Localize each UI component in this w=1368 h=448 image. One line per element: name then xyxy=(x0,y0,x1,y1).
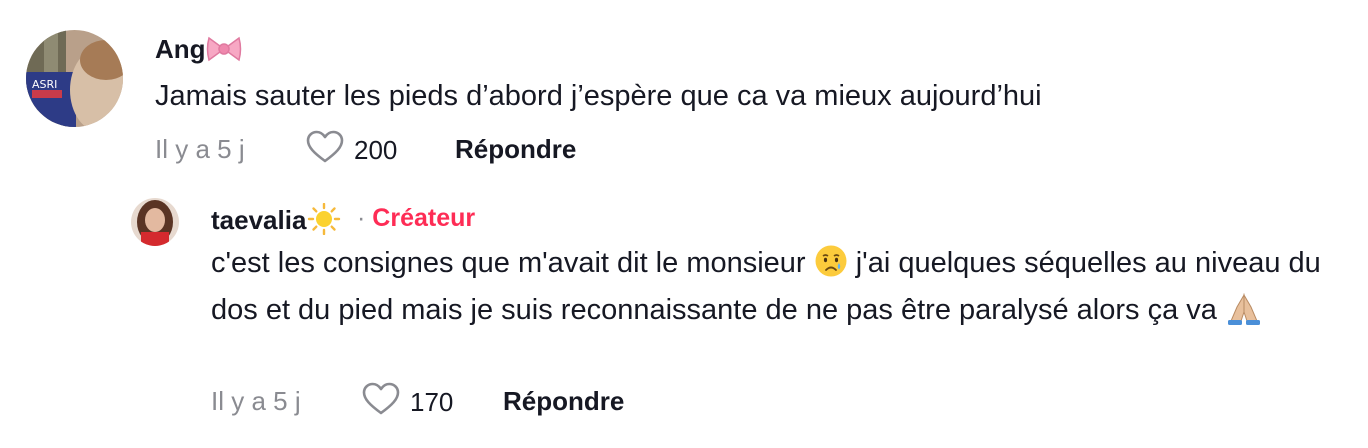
reply-timestamp: Il y a 5 j xyxy=(211,386,301,416)
comment-username[interactable]: Ang xyxy=(155,34,242,70)
heart-icon xyxy=(362,382,400,421)
like-button[interactable]: 170 xyxy=(362,382,453,421)
avatar[interactable] xyxy=(131,198,179,246)
reply-text: c'est les consignes que m'avait dit le m… xyxy=(211,243,1341,337)
crying-face-icon xyxy=(814,244,848,290)
badge-separator: · xyxy=(357,204,366,232)
reply-button[interactable]: Répondre xyxy=(503,386,624,416)
comment-text: Jamais sauter les pieds d’abord j’espère… xyxy=(155,80,1042,112)
reply-username[interactable]: taevalia xyxy=(211,202,342,241)
creator-label: Créateur xyxy=(372,204,476,232)
heart-icon xyxy=(306,130,344,169)
pink-bow-icon xyxy=(206,34,242,70)
svg-text:ASRI: ASRI xyxy=(32,78,57,91)
avatar[interactable]: ASRI xyxy=(26,30,123,127)
like-count: 200 xyxy=(354,134,398,165)
reply-text-part1: c'est les consignes que m'avait dit le m… xyxy=(211,247,806,279)
like-count: 170 xyxy=(410,386,454,417)
like-button[interactable]: 200 xyxy=(306,130,397,169)
comment-timestamp: Il y a 5 j xyxy=(155,134,245,164)
folded-hands-icon xyxy=(1225,291,1263,337)
creator-badge: · Créateur xyxy=(357,203,475,233)
sun-icon xyxy=(306,202,342,241)
reply-button[interactable]: Répondre xyxy=(455,134,576,164)
